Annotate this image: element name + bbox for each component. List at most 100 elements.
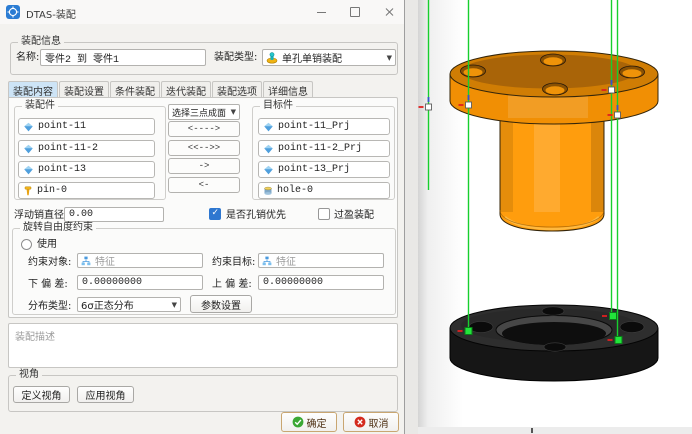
ring-hole bbox=[544, 343, 566, 351]
ring-hole bbox=[542, 307, 564, 315]
ok-button[interactable]: 确定 bbox=[281, 412, 337, 432]
name-label: 名称: bbox=[16, 51, 39, 65]
3d-viewport[interactable] bbox=[418, 0, 692, 427]
list-item[interactable]: point-11-2_Prj bbox=[258, 140, 390, 157]
window-title: DTAS-装配 bbox=[26, 6, 76, 21]
list-item[interactable]: point-11_Prj bbox=[258, 118, 390, 135]
tab-iterative-assembly[interactable]: 迭代装配 bbox=[161, 81, 211, 98]
move-right-button[interactable]: -> bbox=[168, 158, 240, 174]
app-root: { "window": { "title": "DTAS-装配" }, "ass… bbox=[0, 0, 692, 434]
list-item[interactable]: point-11-2 bbox=[18, 140, 155, 157]
constraint-target-placeholder: 特征 bbox=[276, 253, 296, 268]
target-parts-group-label: 目标件 bbox=[260, 100, 296, 112]
x-circle-icon bbox=[354, 416, 366, 428]
constraint-object-label: 约束对象: bbox=[28, 256, 71, 270]
map-all-button[interactable]: <----> bbox=[168, 121, 240, 137]
distribution-type-value: 6σ正态分布 bbox=[81, 297, 134, 312]
move-left-button[interactable]: <- bbox=[168, 177, 240, 193]
hole-pin-assembly-icon bbox=[266, 52, 278, 64]
feature-tree-icon bbox=[262, 256, 272, 266]
tab-detail-info[interactable]: 详细信息 bbox=[263, 81, 313, 98]
distribution-type-label: 分布类型: bbox=[28, 300, 71, 314]
assembly-description-placeholder: 装配描述 bbox=[15, 332, 55, 343]
flange-hole bbox=[543, 83, 568, 95]
assembly-description-textarea[interactable]: 装配描述 bbox=[8, 323, 398, 368]
maximize-icon bbox=[350, 7, 360, 17]
view-group-label: 视角 bbox=[16, 369, 42, 381]
lower-deviation-input[interactable] bbox=[77, 275, 203, 290]
maximize-button[interactable] bbox=[340, 0, 370, 24]
compass-app-icon bbox=[6, 5, 20, 19]
ring-center-hole bbox=[496, 316, 612, 346]
pin-diameter-input[interactable] bbox=[64, 207, 164, 222]
lower-deviation-label: 下 偏 差: bbox=[28, 278, 68, 292]
window-gutter bbox=[405, 0, 418, 434]
chevron-down-icon: ▼ bbox=[172, 301, 177, 309]
flange-hole bbox=[541, 54, 566, 66]
interference-fit-label: 过盈装配 bbox=[334, 209, 374, 223]
tab-assembly-settings[interactable]: 装配设置 bbox=[59, 81, 109, 98]
assembly-info-group-label: 装配信息 bbox=[18, 36, 64, 48]
interference-fit-checkbox[interactable] bbox=[318, 208, 330, 220]
constraint-target-input[interactable]: 特征 bbox=[258, 253, 384, 268]
assembly-type-value: 单孔单销装配 bbox=[282, 50, 342, 65]
close-button[interactable] bbox=[374, 0, 404, 24]
point-marker-icon bbox=[263, 122, 274, 132]
chevron-down-icon: ▼ bbox=[231, 108, 236, 116]
point-marker-icon bbox=[23, 122, 34, 132]
list-item[interactable]: pin-0 bbox=[18, 182, 155, 199]
minimize-button[interactable] bbox=[306, 0, 336, 24]
rotation-constraint-group-label: 旋转自由度约束 bbox=[20, 222, 96, 234]
point-marker-icon bbox=[23, 165, 34, 175]
surface-mode-value: 选择三点成面 bbox=[172, 106, 226, 119]
ring-hole bbox=[469, 322, 493, 333]
viewport-bottom-strip bbox=[418, 427, 692, 434]
3d-scene-canvas[interactable] bbox=[418, 0, 692, 427]
constraint-target-label: 约束目标: bbox=[212, 256, 255, 270]
upper-deviation-input[interactable] bbox=[258, 275, 384, 290]
list-item[interactable]: hole-0 bbox=[258, 182, 390, 199]
hole-pin-priority-checkbox[interactable] bbox=[209, 208, 221, 220]
tab-assembly-content[interactable]: 装配内容 bbox=[8, 81, 58, 98]
assembly-type-label: 装配类型: bbox=[214, 51, 257, 65]
use-radio[interactable] bbox=[21, 239, 32, 250]
hole-pin-priority-label: 是否孔销优先 bbox=[226, 209, 286, 223]
strip-tick-mark bbox=[531, 428, 533, 433]
use-radio-label: 使用 bbox=[37, 238, 57, 252]
feature-marker[interactable] bbox=[419, 97, 432, 110]
minimize-icon bbox=[317, 12, 326, 13]
assembly-parts-group-label: 装配件 bbox=[22, 100, 58, 112]
list-item[interactable]: point-13 bbox=[18, 161, 155, 178]
distribution-type-select[interactable]: 6σ正态分布 ▼ bbox=[77, 297, 181, 312]
hole-icon bbox=[263, 186, 273, 196]
upper-deviation-label: 上 偏 差: bbox=[212, 278, 252, 292]
title-bar[interactable]: DTAS-装配 bbox=[0, 0, 404, 24]
orange-flange[interactable] bbox=[450, 51, 658, 124]
tab-assembly-options[interactable]: 装配选项 bbox=[212, 81, 262, 98]
constraint-object-input[interactable]: 特征 bbox=[77, 253, 203, 268]
pin-icon bbox=[23, 186, 33, 196]
chevron-down-icon: ▼ bbox=[387, 54, 392, 62]
cancel-button[interactable]: 取消 bbox=[343, 412, 399, 432]
name-input[interactable] bbox=[40, 49, 206, 66]
point-marker-icon bbox=[23, 144, 34, 154]
parameter-settings-button[interactable]: 参数设置 bbox=[190, 295, 252, 313]
point-marker-icon bbox=[263, 165, 274, 175]
assembly-dialog: DTAS-装配 装配信息 名称: 装配类型: 单孔单销装配 ▼ 装配内容 装配设… bbox=[0, 0, 405, 434]
apply-view-button[interactable]: 应用视角 bbox=[77, 386, 134, 403]
check-circle-icon bbox=[292, 416, 304, 428]
pin-diameter-label: 浮动销直径 bbox=[14, 209, 64, 223]
tab-condition-assembly[interactable]: 条件装配 bbox=[110, 81, 160, 98]
flange-hole bbox=[461, 65, 486, 77]
flange-hole bbox=[620, 66, 645, 78]
list-item[interactable]: point-13_Prj bbox=[258, 161, 390, 178]
surface-mode-select[interactable]: 选择三点成面 ▼ bbox=[168, 104, 240, 120]
point-marker-icon bbox=[263, 144, 274, 154]
list-item[interactable]: point-11 bbox=[18, 118, 155, 135]
black-ring-part[interactable] bbox=[450, 305, 658, 381]
unmap-all-button[interactable]: <<-->> bbox=[168, 140, 240, 156]
define-view-button[interactable]: 定义视角 bbox=[13, 386, 70, 403]
assembly-type-select[interactable]: 单孔单销装配 ▼ bbox=[262, 49, 396, 66]
feature-tree-icon bbox=[81, 256, 91, 266]
ring-hole bbox=[620, 322, 644, 333]
